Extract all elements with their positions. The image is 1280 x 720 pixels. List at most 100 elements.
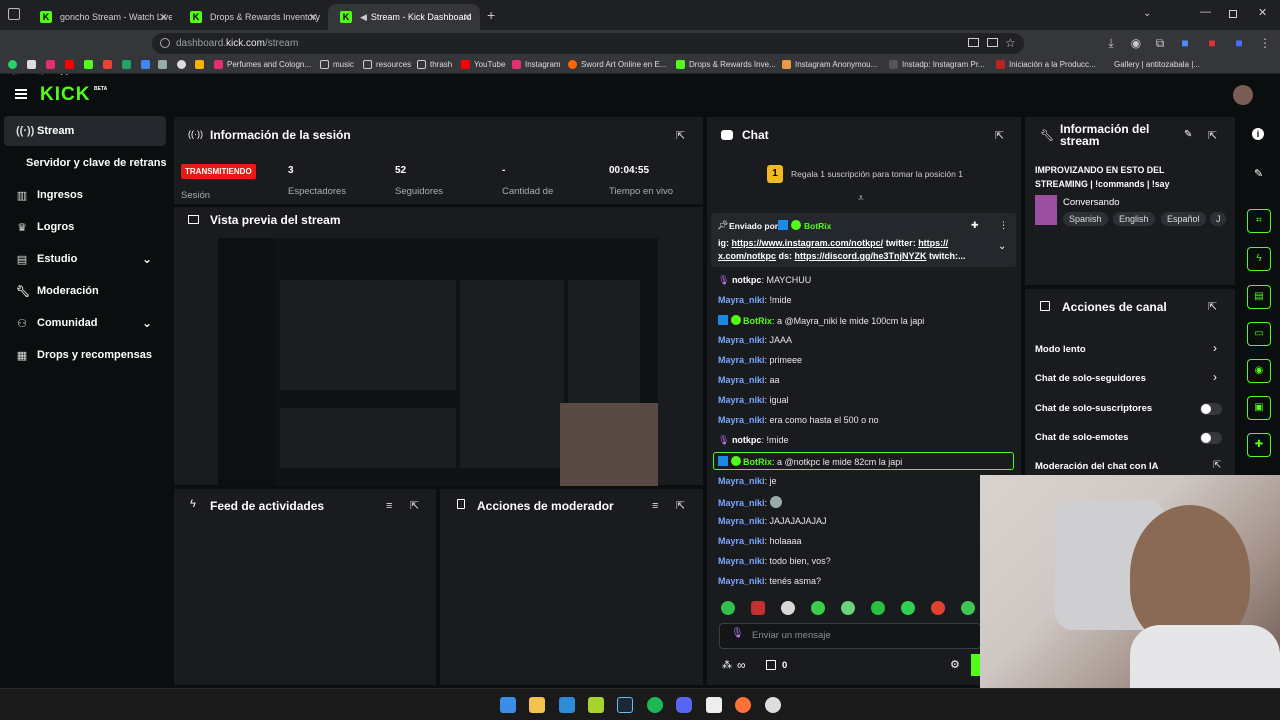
extension-shield-icon[interactable]: ■ xyxy=(1178,36,1192,50)
new-tab-button[interactable]: + xyxy=(487,7,495,23)
chat-message[interactable]: Mayra_niki: igual xyxy=(718,395,789,405)
external-link-icon[interactable]: ⇱ xyxy=(1213,460,1221,471)
chat-message[interactable]: 🎙︎ notkpc: MAYCHUU xyxy=(718,275,811,286)
category-thumbnail[interactable] xyxy=(1035,195,1057,225)
pinned-link[interactable]: https:// xyxy=(918,238,948,248)
edit-pencil-icon[interactable]: ✎ xyxy=(1184,129,1192,140)
tag-spanish[interactable]: Spanish xyxy=(1063,212,1108,226)
sidebar-item-estudio[interactable]: ▤ Estudio ⌄ xyxy=(4,244,166,274)
firefox-icon[interactable] xyxy=(735,697,751,713)
chat-username[interactable]: Mayra_niki xyxy=(718,536,765,546)
chat-message[interactable]: Mayra_niki: JAAA xyxy=(718,335,792,345)
emote-icon[interactable] xyxy=(841,601,855,615)
category-name[interactable]: Conversando xyxy=(1063,197,1120,208)
profile-icon[interactable]: ■ xyxy=(1232,36,1246,50)
tag-espanol[interactable]: Español xyxy=(1161,212,1206,226)
instagram-bookmark-icon[interactable] xyxy=(46,60,59,69)
scroll-down-icon[interactable]: ⩡ xyxy=(858,193,864,204)
bookmark-perfumes[interactable]: Perfumes and Cologn... xyxy=(214,60,311,69)
browser-tab-drops[interactable]: K Drops & Rewards Inventory - K ✕ xyxy=(178,4,326,30)
chat-username[interactable]: Mayra_niki xyxy=(718,335,765,345)
tag-j[interactable]: J xyxy=(1210,212,1226,226)
action-slow-mode[interactable]: Modo lento xyxy=(1035,344,1086,355)
chat-settings-gear-icon[interactable]: ⚙ xyxy=(950,658,960,671)
close-tab-icon[interactable]: ✕ xyxy=(159,11,168,24)
chat-message[interactable]: Mayra_niki: era como hasta el 500 o no xyxy=(718,415,879,425)
site-info-icon[interactable] xyxy=(160,38,170,48)
emote-icon[interactable] xyxy=(931,601,945,615)
file-explorer-icon[interactable] xyxy=(529,697,545,713)
close-tab-icon[interactable]: ✕ xyxy=(463,11,472,24)
sidebar-item-drops[interactable]: ▦ Drops y recompensas xyxy=(4,340,166,370)
youtube-bookmark-icon[interactable] xyxy=(65,60,78,69)
chat-message[interactable]: 🎙︎ notkpc: !mide xyxy=(718,435,788,446)
rail-clipboard-icon[interactable]: ▤ xyxy=(1247,285,1271,309)
account-icon[interactable]: ◉ xyxy=(1129,36,1143,50)
menu-dots-icon[interactable]: ⋮ xyxy=(1258,36,1272,50)
bookmark-insta-anon[interactable]: Instagram Anonymou... xyxy=(782,60,877,69)
popout-icon[interactable]: ⇱ xyxy=(676,129,685,142)
pinned-link[interactable]: https://discord.gg/he3TnjNYZK xyxy=(795,251,927,261)
chrome-icon[interactable] xyxy=(765,697,781,713)
rail-lightning-icon[interactable]: ϟ xyxy=(1247,247,1271,271)
gift-icon[interactable] xyxy=(766,660,776,670)
chat-message[interactable]: Mayra_niki: todo bien, vos? xyxy=(718,556,831,566)
chat-message[interactable]: Mayra_niki: aa xyxy=(718,375,780,385)
steam-icon[interactable] xyxy=(617,697,633,713)
emote-icon[interactable] xyxy=(781,601,795,615)
close-window-button[interactable]: ✕ xyxy=(1258,6,1267,19)
chevron-right-icon[interactable]: › xyxy=(1213,341,1217,355)
live-app-icon[interactable] xyxy=(588,697,604,713)
downloads-icon[interactable]: ⤓ xyxy=(1104,36,1118,50)
chat-username[interactable]: Mayra_niki xyxy=(718,556,765,566)
restore-button[interactable] xyxy=(1229,10,1237,18)
app2-bookmark-icon[interactable] xyxy=(158,60,171,69)
kick-bookmark-icon[interactable] xyxy=(84,60,97,69)
chat-message[interactable]: BotRix: a @Mayra_niki le mide 100cm la j… xyxy=(718,315,924,326)
sidebar-item-stream[interactable]: ((·)) Stream xyxy=(4,116,166,146)
tab-list-chevron-icon[interactable]: ⌄ xyxy=(1143,8,1151,19)
sidebar-item-server-key[interactable]: Servidor y clave de retransm xyxy=(4,148,166,178)
rail-mod-icon[interactable]: ▣ xyxy=(1247,396,1271,420)
chat-username[interactable]: Mayra_niki xyxy=(718,516,765,526)
bookmark-youtube[interactable]: YouTube xyxy=(461,60,505,69)
pinned-link[interactable]: https://www.instagram.com/notkpc/ xyxy=(732,238,884,248)
pinned-user[interactable]: BotRix xyxy=(804,221,831,231)
bookmark-thrash[interactable]: thrash xyxy=(417,60,452,69)
action-ai-moderation[interactable]: Moderación del chat con IA xyxy=(1035,461,1159,472)
rail-wrench-icon[interactable]: ✚ xyxy=(1247,433,1271,457)
chat-message[interactable]: Mayra_niki: je xyxy=(718,476,777,486)
emote-icon[interactable] xyxy=(871,601,885,615)
sidebar-item-moderacion[interactable]: 🔧︎ Moderación xyxy=(4,276,166,306)
unpin-icon[interactable]: ✚ xyxy=(971,220,979,231)
chat-message[interactable]: Mayra_niki: xyxy=(718,496,782,508)
subs-only-toggle[interactable] xyxy=(1200,403,1222,415)
install-icon[interactable] xyxy=(987,38,998,47)
emote-icon[interactable] xyxy=(961,601,975,615)
send-button-edge[interactable] xyxy=(971,654,980,676)
filter-icon[interactable]: ≡ xyxy=(652,500,658,512)
pinned-menu-icon[interactable]: ⋮ xyxy=(999,220,1008,231)
bookmark-star-icon[interactable]: ☆ xyxy=(1005,33,1016,54)
chat-username[interactable]: notkpc xyxy=(732,435,762,445)
browser-tab-goncho[interactable]: K goncho Stream - Watch Live on ✕ xyxy=(28,4,176,30)
chat-username[interactable]: Mayra_niki xyxy=(718,375,765,385)
close-tab-icon[interactable]: ✕ xyxy=(309,11,318,24)
browser-tab-stream[interactable]: K ◀ Stream - Kick Dashboard ✕ xyxy=(328,4,480,30)
extensions-icon[interactable]: ⧉ xyxy=(1153,36,1167,50)
emotes-only-toggle[interactable] xyxy=(1200,432,1222,444)
info-icon[interactable]: i xyxy=(1252,128,1264,140)
sidebar-item-logros[interactable]: ♛ Logros xyxy=(4,212,166,242)
sidebar-item-comunidad[interactable]: ⚇ Comunidad ⌄ xyxy=(4,308,166,338)
bookmark-sao[interactable]: Sword Art Online en E... xyxy=(568,60,666,69)
chat-message[interactable]: BotRix: a @notkpc le mide 82cm la japi xyxy=(718,456,902,467)
emote-icon[interactable] xyxy=(901,601,915,615)
mic-icon[interactable]: 🎙︎ xyxy=(731,628,744,639)
spotify-icon[interactable] xyxy=(647,697,663,713)
popout-icon[interactable]: ⇱ xyxy=(1208,300,1217,313)
rail-scan-icon[interactable]: ⌗ xyxy=(1247,209,1271,233)
bookmark-gallery[interactable]: Gallery | antitozabala |... xyxy=(1114,60,1200,69)
app-bookmark-icon[interactable] xyxy=(141,60,154,69)
points-icon[interactable]: ⁂ xyxy=(722,660,732,671)
popout-icon[interactable]: ⇱ xyxy=(410,499,419,512)
